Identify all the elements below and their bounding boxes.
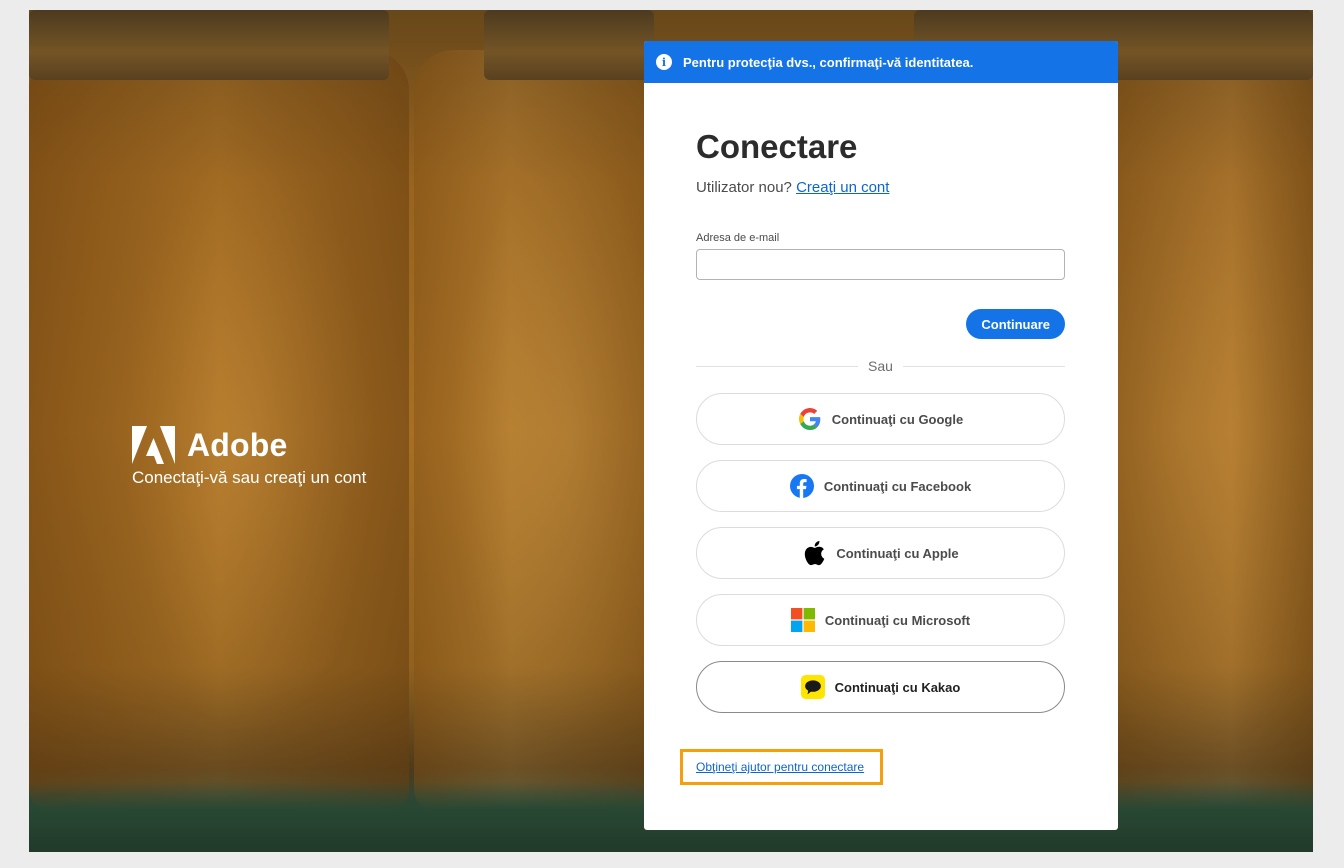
banner-text: Pentru protecţia dvs., confirmaţi-vă ide… [683, 54, 974, 70]
facebook-button[interactable]: Continuaţi cu Facebook [696, 460, 1065, 512]
microsoft-icon [790, 608, 815, 632]
adobe-logo-icon [132, 426, 175, 464]
kakao-button-label: Continuaţi cu Kakao [834, 679, 961, 695]
new-user-row: Utilizator nou? Creaţi un cont [696, 179, 1065, 196]
continue-button[interactable]: Continuare [966, 309, 1065, 339]
apple-button-label: Continuaţi cu Apple [836, 545, 959, 561]
signin-form: Conectare Utilizator nou? Creaţi un cont… [696, 83, 1066, 728]
email-label: Adresa de e-mail [696, 232, 780, 244]
help-link[interactable]: Obţineţi ajutor pentru conectare [696, 760, 864, 774]
kakao-icon [800, 675, 825, 699]
brand-tagline: Conectaţi-vă sau creaţi un cont [132, 468, 367, 487]
facebook-icon [789, 474, 814, 498]
microsoft-button-label: Continuaţi cu Microsoft [824, 612, 971, 628]
or-text: Sau [868, 358, 893, 374]
page-title: Conectare [696, 128, 858, 165]
identity-banner: i Pentru protecţia dvs., confirmaţi-vă i… [644, 41, 1118, 83]
facebook-button-label: Continuaţi cu Facebook [823, 478, 972, 494]
apple-button[interactable]: Continuaţi cu Apple [696, 527, 1065, 579]
brand-name: Adobe [187, 426, 288, 463]
google-button[interactable]: Continuaţi cu Google [696, 393, 1065, 445]
email-field[interactable] [696, 249, 1065, 280]
google-button-label: Continuaţi cu Google [831, 411, 964, 427]
apple-icon [802, 541, 826, 566]
help-highlight: Obţineţi ajutor pentru conectare [680, 749, 883, 785]
microsoft-button[interactable]: Continuaţi cu Microsoft [696, 594, 1065, 646]
or-divider: Sau [696, 358, 1066, 374]
brand-block: Adobe Conectaţi-vă sau creaţi un cont [132, 426, 366, 488]
create-account-link[interactable]: Creaţi un cont [796, 179, 889, 196]
social-buttons: Continuaţi cu Google Continuaţi cu Faceb… [696, 393, 1065, 713]
new-user-text: Utilizator nou? [696, 179, 792, 196]
kakao-button[interactable]: Continuaţi cu Kakao [696, 661, 1065, 713]
signin-card: i Pentru protecţia dvs., confirmaţi-vă i… [644, 41, 1118, 830]
info-icon: i [656, 54, 672, 70]
google-icon [798, 407, 822, 431]
